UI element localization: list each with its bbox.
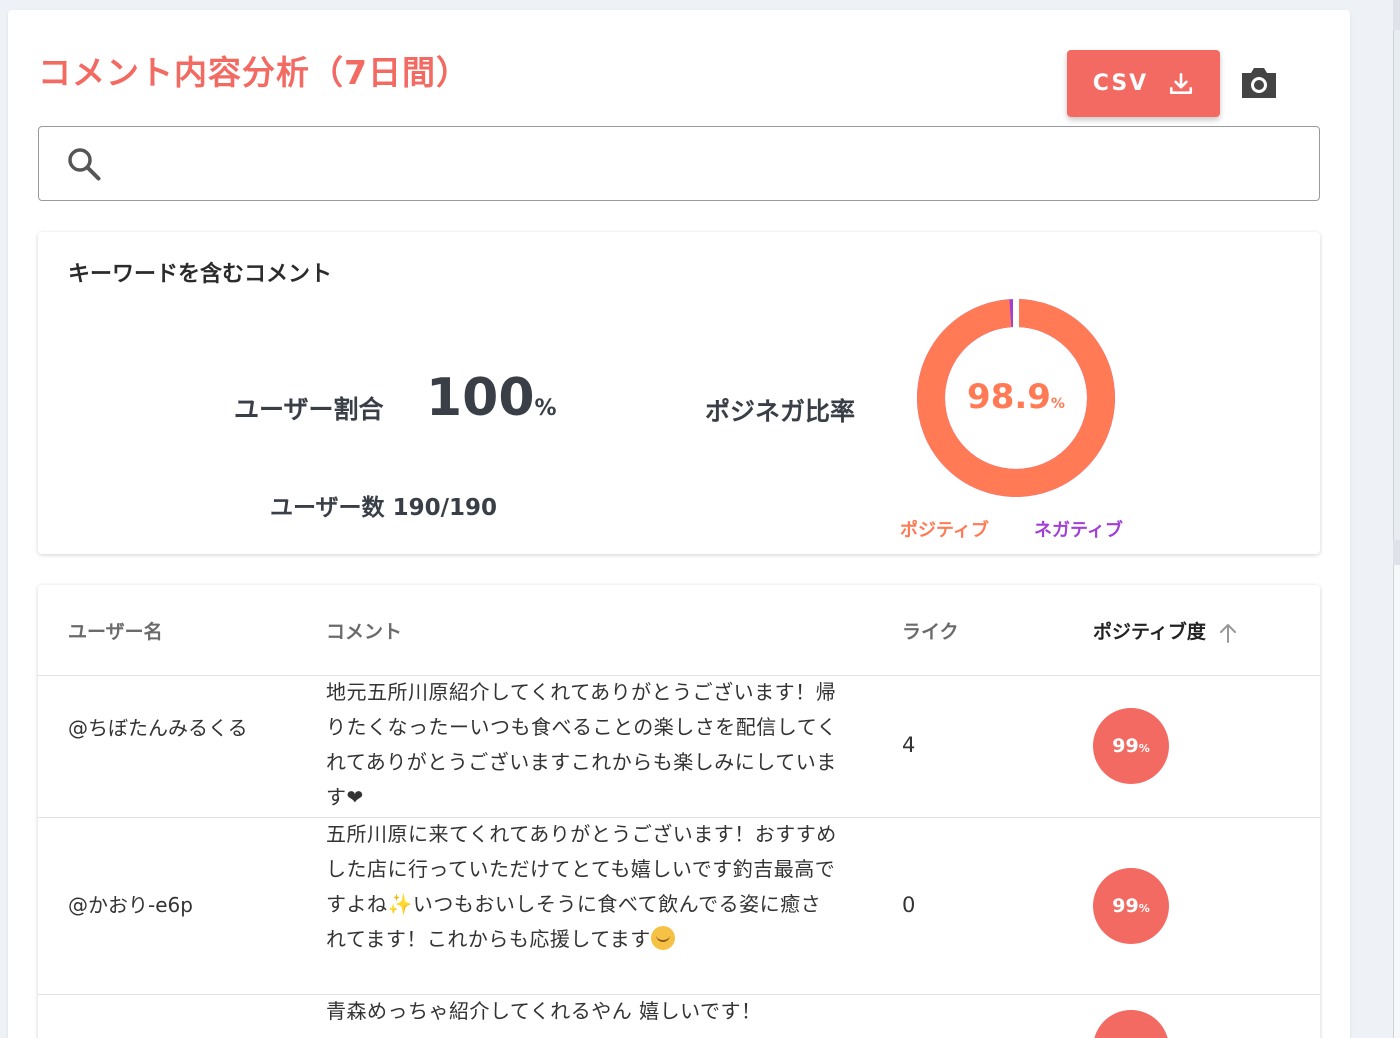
positivity-badge bbox=[1093, 1010, 1169, 1038]
search-input[interactable] bbox=[119, 137, 1299, 189]
user-ratio-value: 100% bbox=[426, 368, 557, 428]
column-header-positivity-label: ポジティブ度 bbox=[1093, 621, 1206, 643]
positivity-value: 99 bbox=[1112, 895, 1139, 917]
camera-icon[interactable] bbox=[1238, 64, 1280, 102]
column-header-user[interactable]: ユーザー名 bbox=[68, 617, 163, 644]
user-ratio-unit: % bbox=[534, 396, 557, 421]
side-panel-lower bbox=[1393, 565, 1400, 1038]
posneg-ratio-unit: % bbox=[1050, 396, 1065, 412]
arrow-up-icon[interactable] bbox=[1217, 621, 1239, 645]
row-likes: 0 bbox=[902, 893, 916, 917]
positivity-badge: 99% bbox=[1093, 708, 1169, 784]
user-ratio-number: 100 bbox=[426, 368, 535, 428]
row-user[interactable]: @ちぼたんみるくる bbox=[68, 711, 268, 746]
user-count: ユーザー数 190/190 bbox=[270, 488, 497, 522]
search-icon bbox=[68, 148, 101, 181]
legend-negative: ネガティブ bbox=[1034, 520, 1123, 541]
csv-download-button[interactable]: CSV bbox=[1067, 50, 1220, 117]
positivity-badge: 99% bbox=[1093, 868, 1169, 944]
csv-button-label: CSV bbox=[1092, 71, 1149, 96]
posneg-ratio-number: 98.9 bbox=[967, 377, 1051, 417]
user-count-label: ユーザー数 bbox=[270, 495, 385, 521]
row-comment: 地元五所川原紹介してくれてありがとうございます！帰りたくなったーいつも食べること… bbox=[326, 680, 838, 809]
posneg-ratio-value: 98.9% bbox=[916, 377, 1116, 417]
column-header-likes[interactable]: ライク bbox=[902, 617, 959, 644]
row-user[interactable]: @かおり-e6p bbox=[68, 888, 268, 923]
positivity-unit: % bbox=[1138, 741, 1150, 755]
legend-positive: ポジティブ bbox=[900, 520, 989, 541]
download-icon bbox=[1170, 72, 1193, 94]
page-title: コメント内容分析（7日間） bbox=[38, 53, 470, 92]
comments-table: ユーザー名 コメント ライク ポジティブ度 @ちぼたんみるくる 地元五所川原紹介… bbox=[38, 585, 1320, 1038]
keyword-summary-card: キーワードを含むコメント ユーザー割合 100% ユーザー数 190/190 ポ… bbox=[38, 232, 1320, 554]
column-header-positivity[interactable]: ポジティブ度 bbox=[1093, 617, 1239, 645]
keyword-card-title: キーワードを含むコメント bbox=[68, 262, 333, 287]
user-ratio-label: ユーザー割合 bbox=[234, 395, 384, 424]
side-panel-upper bbox=[1393, 30, 1400, 540]
positivity-value: 99 bbox=[1112, 735, 1139, 757]
row-comment: 青森めっちゃ紹介してくれるやん 嬉しいです！ bbox=[326, 999, 762, 1023]
search-bar[interactable] bbox=[38, 126, 1320, 201]
positivity-unit: % bbox=[1138, 901, 1150, 915]
side-panel-edge bbox=[1393, 0, 1400, 1038]
smiling-face-icon bbox=[650, 926, 675, 950]
column-header-comment[interactable]: コメント bbox=[326, 617, 402, 644]
user-count-value: 190/190 bbox=[392, 495, 497, 521]
row-comment: 五所川原に来てくれてありがとうございます！おすすめした店に行っていただけてとても… bbox=[326, 817, 841, 957]
posneg-ratio-label: ポジネガ比率 bbox=[705, 397, 856, 426]
sparkles-icon: ✨ bbox=[387, 892, 413, 916]
row-likes: 4 bbox=[902, 733, 916, 757]
